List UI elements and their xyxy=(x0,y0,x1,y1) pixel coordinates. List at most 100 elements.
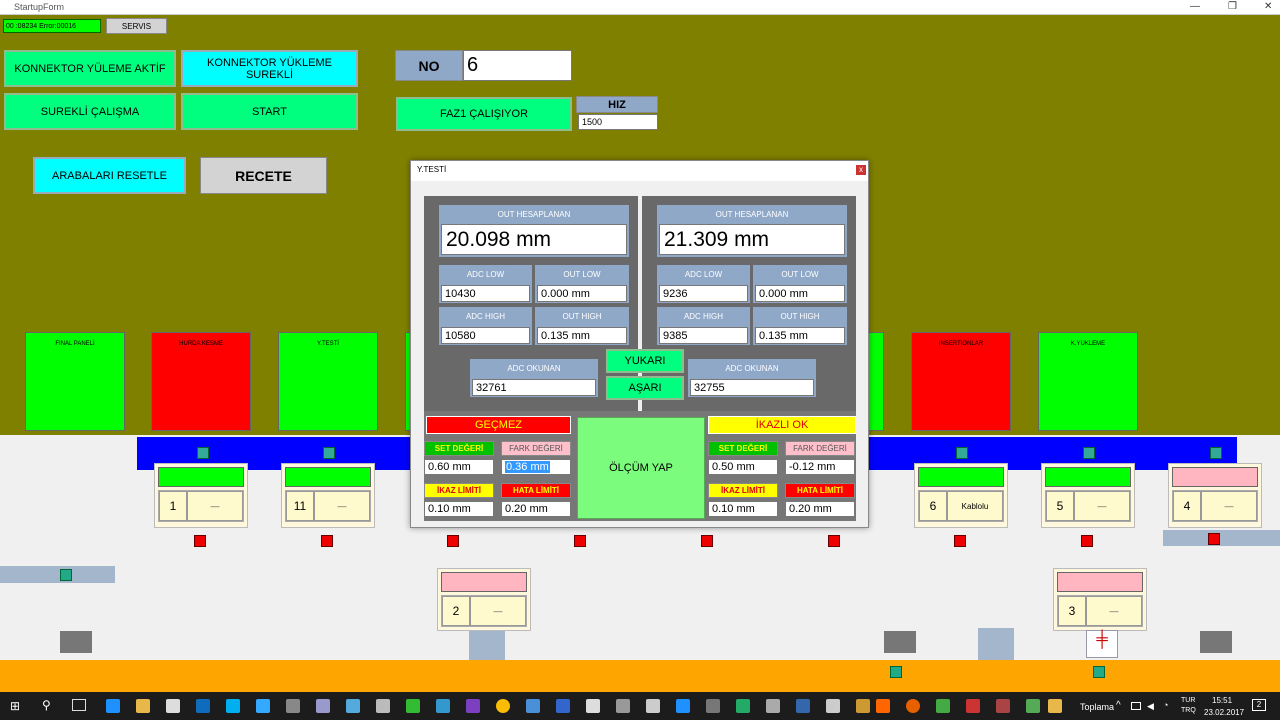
app-icon[interactable] xyxy=(856,699,870,713)
volume-icon[interactable]: ◀ xyxy=(1147,701,1154,712)
dialog-close-icon[interactable]: x xyxy=(856,165,866,175)
store-icon[interactable] xyxy=(166,699,180,713)
app-icon[interactable] xyxy=(616,699,630,713)
cart-4[interactable]: 4— xyxy=(1168,463,1262,528)
app-icon[interactable] xyxy=(646,699,660,713)
notification-icon[interactable]: 2 xyxy=(1252,699,1266,711)
no-label: NO xyxy=(395,50,463,81)
right-hata-value[interactable]: 0.20 mm xyxy=(785,501,855,517)
left-out-high[interactable]: 0.135 mm xyxy=(537,327,627,344)
left-adc-low[interactable]: 10430 xyxy=(441,285,530,302)
station-final-paneli[interactable]: FINAL PANELİ xyxy=(25,332,125,431)
left-hata-value[interactable]: 0.20 mm xyxy=(501,501,571,517)
servis-button[interactable]: SERVIS xyxy=(106,18,167,34)
left-fark-value[interactable]: 0.36 mm xyxy=(501,459,571,475)
app-icon[interactable] xyxy=(1026,699,1040,713)
tray-icon[interactable] xyxy=(1131,702,1141,710)
station-k-yukleme[interactable]: K.YUKLEME xyxy=(1038,332,1138,431)
app-icon[interactable] xyxy=(406,699,420,713)
cart-11[interactable]: 11— xyxy=(281,463,375,528)
surekli-calisma-button[interactable]: SUREKLİ ÇALIŞMA xyxy=(4,93,176,130)
hiz-field[interactable]: 1500 xyxy=(578,114,658,130)
left-out-low-label: OUT LOW xyxy=(535,267,629,281)
left-ikaz-value[interactable]: 0.10 mm xyxy=(424,501,494,517)
language-indicator[interactable]: TUR TRQ xyxy=(1181,696,1199,716)
visual-studio-icon[interactable] xyxy=(466,699,480,713)
outlook-icon[interactable] xyxy=(196,699,210,713)
toplama-label[interactable]: Toplama xyxy=(1080,702,1114,712)
yukari-button[interactable]: YUKARI xyxy=(606,349,684,373)
cart-6[interactable]: 6 Kablolu xyxy=(914,463,1008,528)
app-icon[interactable] xyxy=(796,699,810,713)
app-icon[interactable] xyxy=(256,699,270,713)
app-icon[interactable] xyxy=(1048,699,1062,713)
cart-2[interactable]: 2— xyxy=(437,568,531,631)
app-icon[interactable] xyxy=(766,699,780,713)
right-adc-high-label: ADC HIGH xyxy=(657,309,750,323)
right-adc-low[interactable]: 9236 xyxy=(659,285,748,302)
sensor-red xyxy=(701,535,713,547)
right-adc-high[interactable]: 9385 xyxy=(659,327,748,344)
app-icon[interactable] xyxy=(876,699,890,713)
app-icon[interactable] xyxy=(556,699,570,713)
cart-1[interactable]: 1— xyxy=(154,463,248,528)
app-icon[interactable] xyxy=(286,699,300,713)
ie-icon[interactable] xyxy=(676,699,690,713)
konnektor-aktif-button[interactable]: KONNEKTOR YÜLEME AKTİF xyxy=(4,50,176,87)
olcum-yap-button[interactable]: ÖLÇÜM YAP xyxy=(577,417,705,519)
maximize-icon[interactable]: ❐ xyxy=(1228,1,1237,12)
app-icon[interactable] xyxy=(966,699,980,713)
chrome-icon[interactable] xyxy=(496,699,510,713)
right-ikaz-value[interactable]: 0.10 mm xyxy=(708,501,778,517)
right-out-low[interactable]: 0.000 mm xyxy=(755,285,845,302)
arabalari-resetle-button[interactable]: ARABALARI RESETLE xyxy=(33,157,186,194)
right-set-value[interactable]: 0.50 mm xyxy=(708,459,778,475)
app-icon[interactable] xyxy=(996,699,1010,713)
network-icon[interactable]: ◔ xyxy=(1163,700,1168,710)
clock-date[interactable]: 23.02.2017 xyxy=(1204,708,1244,717)
sensor-red xyxy=(1081,535,1093,547)
task-view-icon[interactable] xyxy=(72,699,86,711)
skype-icon[interactable] xyxy=(226,699,240,713)
faz1-button[interactable]: FAZ1 ÇALIŞIYOR xyxy=(396,97,572,131)
firefox-icon[interactable] xyxy=(906,699,920,713)
start-button[interactable]: START xyxy=(181,93,358,130)
station-y-testi[interactable]: Y.TESTİ xyxy=(278,332,378,431)
app-icon[interactable] xyxy=(736,699,750,713)
app-icon[interactable] xyxy=(936,699,950,713)
asari-button[interactable]: AŞARI xyxy=(606,376,684,400)
konnektor-surekli-button[interactable]: KONNEKTOR YÜKLEME SUREKLİ xyxy=(181,50,358,87)
left-set-value[interactable]: 0.60 mm xyxy=(424,459,494,475)
connector-icon: ╪ xyxy=(1086,630,1118,658)
cart-3[interactable]: 3— xyxy=(1053,568,1147,631)
clock-time[interactable]: 15:51 xyxy=(1212,696,1232,705)
calculator-icon[interactable] xyxy=(586,699,600,713)
left-adc-low-label: ADC LOW xyxy=(439,267,532,281)
tray-chevron-icon[interactable]: ^ xyxy=(1116,700,1121,711)
windows-start-icon[interactable]: ⊞ xyxy=(10,699,24,713)
app-icon[interactable] xyxy=(826,699,840,713)
cart-5[interactable]: 5— xyxy=(1041,463,1135,528)
close-icon[interactable]: ✕ xyxy=(1264,1,1272,12)
right-fark-value[interactable]: -0.12 mm xyxy=(785,459,855,475)
app-icon[interactable] xyxy=(436,699,450,713)
search-icon[interactable]: ⚲ xyxy=(42,698,51,712)
right-out-high[interactable]: 0.135 mm xyxy=(755,327,845,344)
settings-icon[interactable] xyxy=(346,699,360,713)
station-insertionlar[interactable]: INSERTIONLAR xyxy=(911,332,1011,431)
left-adc-high[interactable]: 10580 xyxy=(441,327,530,344)
minimize-icon[interactable]: — xyxy=(1190,1,1200,12)
left-out-low[interactable]: 0.000 mm xyxy=(537,285,627,302)
no-field[interactable]: 6 xyxy=(463,50,572,81)
app-icon[interactable] xyxy=(376,699,390,713)
cart-number: 11 xyxy=(286,491,314,521)
app-icon[interactable] xyxy=(316,699,330,713)
app-icon[interactable] xyxy=(526,699,540,713)
recete-button[interactable]: RECETE xyxy=(200,157,327,194)
station-hurda-kesme[interactable]: HURDA KESME xyxy=(151,332,251,431)
edge-icon[interactable] xyxy=(106,699,120,713)
app-icon[interactable] xyxy=(706,699,720,713)
sensor-indicator xyxy=(956,447,968,459)
cart-number: 1 xyxy=(159,491,187,521)
explorer-icon[interactable] xyxy=(136,699,150,713)
